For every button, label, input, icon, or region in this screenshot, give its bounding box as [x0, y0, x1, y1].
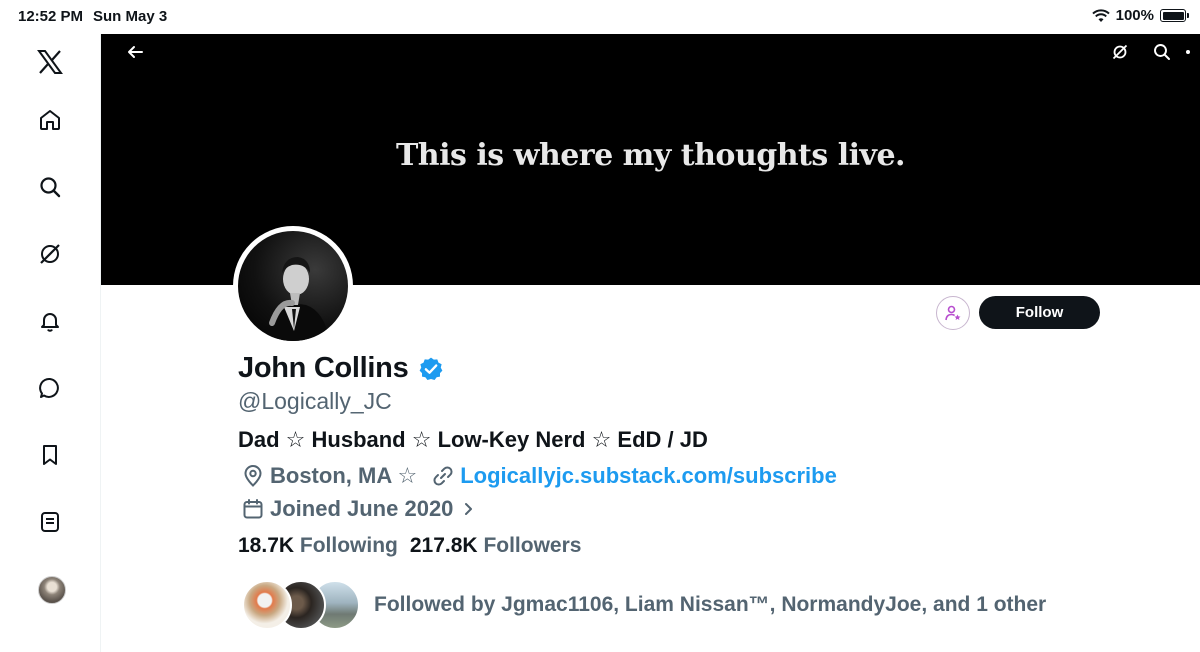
- following-count: 18.7K: [238, 534, 295, 557]
- followers-count: 217.8K: [409, 534, 478, 557]
- search-button[interactable]: [1147, 37, 1177, 67]
- bookmark-icon[interactable]: [34, 439, 66, 471]
- profile-website-link[interactable]: Logicallyjc.substack.com/subscribe: [460, 463, 837, 489]
- profile-joined-row[interactable]: Joined June 2020: [241, 496, 477, 522]
- bell-icon[interactable]: [34, 305, 66, 337]
- subscribe-button[interactable]: [936, 296, 970, 330]
- status-time: 12:52 PM: [18, 8, 84, 25]
- profile-handle: @Logically_JC: [238, 388, 392, 414]
- followed-by-text: Followed by Jgmac1106, Liam Nissan™, Nor…: [374, 593, 1047, 616]
- home-icon[interactable]: [34, 104, 66, 136]
- following-link[interactable]: 18.7K Following: [238, 534, 398, 558]
- search-icon[interactable]: [34, 171, 66, 203]
- followed-by-row[interactable]: Followed by Jgmac1106, Liam Nissan™, Nor…: [242, 580, 1046, 630]
- sidebar-nav: [0, 34, 101, 652]
- following-label: Following: [299, 534, 398, 557]
- grok-icon[interactable]: [34, 238, 66, 270]
- profile-name: John Collins: [238, 352, 409, 384]
- grok-button[interactable]: [1105, 37, 1135, 67]
- account-avatar[interactable]: [38, 576, 66, 604]
- follow-counts: 18.7K Following 217.8K Followers: [238, 534, 581, 558]
- status-right: 100%: [1091, 7, 1189, 24]
- followers-label: Followers: [483, 534, 582, 557]
- profile-joined-date: Joined June 2020: [270, 496, 454, 521]
- follow-button[interactable]: Follow: [979, 296, 1100, 329]
- lists-icon[interactable]: [34, 506, 66, 538]
- verified-badge-icon: [420, 357, 443, 380]
- profile-bio: Dad ☆ Husband ☆ Low-Key Nerd ☆ EdD / JD: [238, 427, 708, 452]
- battery-icon: [1160, 9, 1189, 22]
- location-pin-icon: [244, 465, 262, 487]
- wifi-icon: [1091, 8, 1110, 22]
- status-date: Sun May 3: [93, 8, 168, 25]
- profile-location: Boston, MA ☆: [270, 463, 418, 488]
- grok-icon: [1112, 44, 1128, 60]
- link-icon: [433, 466, 453, 486]
- profile-photo: [266, 257, 330, 341]
- banner-tagline: This is where my thoughts live.: [395, 138, 906, 173]
- followers-link[interactable]: 217.8K Followers: [410, 534, 582, 558]
- battery-percent: 100%: [1115, 7, 1154, 24]
- profile-name-row: John Collins: [238, 352, 444, 385]
- calendar-icon: [243, 499, 263, 519]
- x-logo-icon[interactable]: [34, 46, 66, 78]
- status-bar: 12:52 PM Sun May 3 100%: [0, 0, 1200, 34]
- person-star-icon: [945, 305, 961, 321]
- more-icon: [1186, 50, 1190, 54]
- chat-bubble-icon[interactable]: [34, 372, 66, 404]
- search-icon: [1154, 44, 1170, 60]
- profile-meta-row: Boston, MA ☆ Logicallyjc.substack.com/su…: [241, 463, 837, 489]
- back-button[interactable]: [120, 37, 150, 67]
- arrow-left-icon: [128, 46, 143, 58]
- chevron-right-icon: [465, 503, 473, 515]
- follower-avatar: [242, 580, 292, 630]
- profile-avatar[interactable]: [233, 226, 353, 346]
- more-button[interactable]: [1183, 37, 1200, 67]
